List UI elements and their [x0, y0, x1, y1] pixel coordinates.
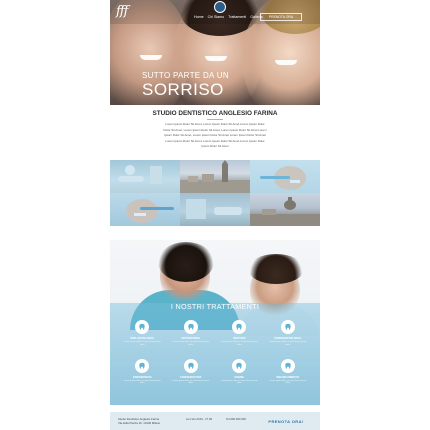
treatment-label: SBIANCAMENTO: [276, 374, 300, 379]
treatments-title: I NOSTRI TRATTAMENTI: [170, 302, 260, 311]
gallery-image-city-view[interactable]: [180, 160, 250, 193]
treatment-label: IGIENE: [234, 374, 244, 379]
treatment-label: CONSERVATIVA: [179, 374, 202, 379]
tooth-icon: [183, 358, 198, 373]
treatment-card[interactable]: IGIENE Lorem ipsum dolor sit amet lorem …: [215, 358, 264, 386]
treatment-desc: Lorem ipsum dolor sit amet lorem ipsum d…: [172, 341, 210, 346]
gallery-tint: [110, 160, 180, 193]
treatment-card[interactable]: ENDODONZIA Lorem ipsum dolor sit amet lo…: [118, 358, 167, 386]
treatment-desc: Lorem ipsum dolor sit amet lorem ipsum d…: [269, 379, 307, 385]
gallery-image-city-dome[interactable]: [250, 193, 320, 226]
intro-paragraph: Ipsum Dolor Sit Amet, Lorem Ipsum Dolor …: [164, 133, 266, 138]
intro-divider: [207, 119, 223, 120]
treatment-desc: Lorem ipsum dolor sit amet lorem ipsum d…: [172, 379, 210, 385]
tooth-icon: [135, 358, 150, 373]
hero-smile-center: [205, 56, 227, 61]
treatment-card[interactable]: PROTESI Lorem ipsum dolor sit amet lorem…: [215, 320, 264, 347]
intro-paragraph: Lorem Ipsum Dolor Sit Amet, Lorem Ipsum …: [165, 138, 265, 143]
footer-book-button[interactable]: PRENOTA ORA!: [260, 416, 312, 426]
treatment-desc: Lorem ipsum dolor sit amet lorem ipsum d…: [269, 341, 307, 346]
treatment-card[interactable]: ORTODONZIA Lorem ipsum dolor sit amet lo…: [167, 320, 216, 347]
treatment-desc: Lorem ipsum dolor sit amet lorem ipsum d…: [123, 379, 161, 385]
treatment-label: IMPLANTOLOGIA: [130, 336, 154, 340]
treatments-grid: IMPLANTOLOGIA Lorem ipsum dolor sit amet…: [118, 320, 312, 385]
footer-address: Via della Piazza 16, 10100 Milano: [118, 421, 161, 425]
treatment-card[interactable]: PARODONTOLOGIA Lorem ipsum dolor sit ame…: [264, 320, 313, 347]
intro-paragraph: Lorem Ipsum Dolor Sit Amet, Lorem Ipsum …: [165, 122, 265, 126]
hero-title: SORRISO: [142, 80, 224, 99]
intro-text: Lorem Ipsum Dolor Sit Amet, Lorem Ipsum …: [138, 122, 292, 150]
treatment-card[interactable]: CONSERVATIVA Lorem ipsum dolor sit amet …: [167, 358, 216, 386]
hero-banner: fff Home Chi Siamo Trattamenti Galleria …: [110, 0, 320, 105]
hero-smile-left: [140, 55, 162, 60]
hero-smile-right: [275, 60, 297, 65]
emblem-icon: [214, 1, 226, 13]
treatment-label: ENDODONZIA: [132, 374, 152, 379]
gallery-tint: [110, 193, 180, 226]
nav-item-trattamenti[interactable]: Trattamenti: [228, 15, 246, 19]
tooth-icon: [280, 320, 295, 334]
intro-paragraph: Dolor Sit Amet, Lorem Ipsum Dolor Sit Am…: [163, 127, 267, 132]
gallery-tint: [250, 160, 320, 193]
logo[interactable]: fff: [116, 4, 128, 19]
tooth-icon: [280, 358, 295, 373]
hero-subtitle: SUTTO PARTE DA UN: [142, 71, 229, 80]
nav-item-home[interactable]: Home: [194, 15, 204, 19]
patient-photo-hair: [248, 254, 304, 284]
footer: Studio Dentistico Anglesio Farina Via de…: [110, 412, 320, 430]
treatment-label: PARODONTOLOGIA: [274, 336, 302, 340]
treatment-desc: Lorem ipsum dolor sit amet lorem ipsum d…: [220, 379, 258, 385]
treatment-desc: Lorem ipsum dolor sit amet lorem ipsum d…: [220, 341, 258, 346]
footer-address-block: Studio Dentistico Anglesio Farina Via de…: [118, 417, 160, 425]
page: fff Home Chi Siamo Trattamenti Galleria …: [110, 0, 320, 430]
footer-phone[interactable]: Tel 000 000 000: [226, 417, 246, 421]
tooth-icon: [183, 320, 198, 334]
photo-gallery: [110, 160, 320, 226]
gallery-image-toothbrush[interactable]: [250, 160, 320, 193]
gallery-tint: [180, 193, 250, 226]
nav-item-chi-siamo[interactable]: Chi Siamo: [208, 15, 225, 19]
tooth-icon: [232, 358, 247, 373]
header-cta-button[interactable]: PRENOTA ORA: [260, 13, 302, 21]
treatment-desc: Lorem ipsum dolor sit amet lorem ipsum d…: [123, 341, 161, 346]
treatment-card[interactable]: SBIANCAMENTO Lorem ipsum dolor sit amet …: [264, 358, 313, 386]
treatments-section: I NOSTRI TRATTAMENTI IMPLANTOLOGIA Lorem…: [110, 240, 320, 405]
tooth-icon: [232, 320, 247, 334]
treatment-label: ORTODONZIA: [181, 336, 201, 340]
tooth-icon: [135, 320, 150, 334]
intro-paragraph: Ipsum Dolor Sit Amet: [201, 144, 229, 149]
footer-hours: Lun-Ven 8.00 - 17.00: [186, 417, 213, 421]
gallery-image-clinic-room[interactable]: [180, 193, 250, 226]
intro-title: STUDIO DENTISTICO ANGLESIO FARINA: [152, 110, 278, 117]
treatment-label: PROTESI: [233, 336, 246, 340]
main-nav: Home Chi Siamo Trattamenti Galleria: [194, 15, 263, 19]
dentist-photo-hair: [158, 242, 214, 282]
treatment-card[interactable]: IMPLANTOLOGIA Lorem ipsum dolor sit amet…: [118, 320, 167, 347]
gallery-image-toothbrush-smile[interactable]: [110, 193, 180, 226]
gallery-image-dental-chair[interactable]: [110, 160, 180, 193]
